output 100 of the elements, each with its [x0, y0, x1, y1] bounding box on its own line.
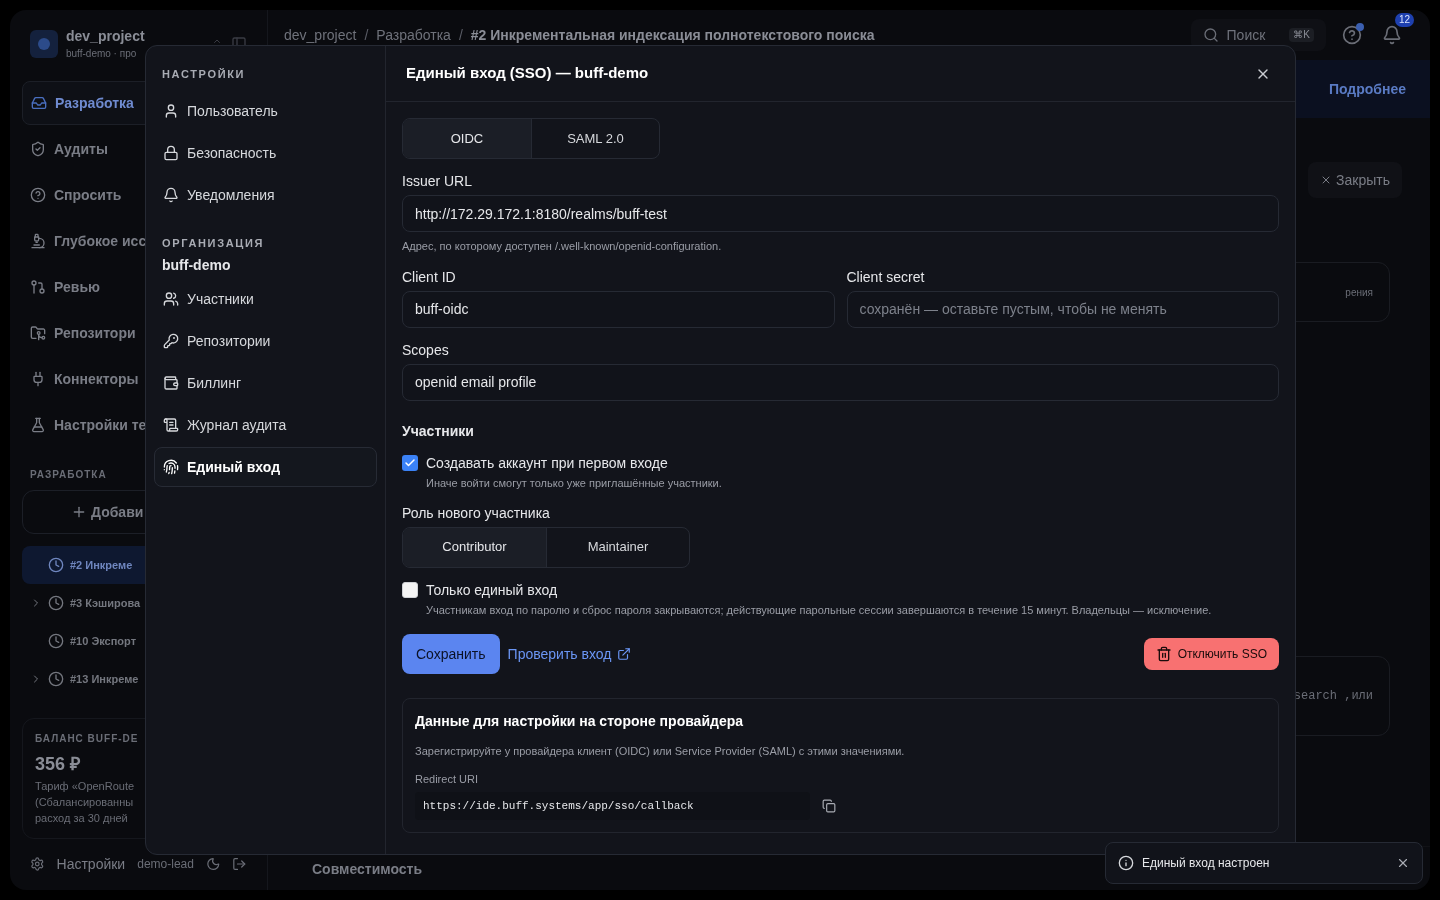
checkbox-label: Создавать аккаунт при первом входе [426, 453, 668, 473]
user-icon [163, 102, 179, 119]
checkbox[interactable] [402, 581, 418, 598]
settings-nav-item[interactable]: Участники [154, 279, 377, 319]
balance-text: расход за 30 дней [35, 811, 129, 826]
search-placeholder: Поиск [1226, 26, 1266, 45]
settings-nav-item[interactable]: Биллинг [154, 363, 377, 403]
toast-message: Единый вход настроен [1142, 855, 1270, 871]
card-text: Зарегистрируйте у провайдера клиент (OIDC) или Service Provider (SAML) с этими значениями. [415, 743, 906, 759]
plug-icon [30, 371, 46, 387]
settings-icon[interactable] [30, 856, 45, 872]
field-label: Issuer URL [402, 172, 474, 191]
field-label: Scopes [402, 340, 450, 360]
project-subtitle: buff-demo · про [66, 47, 138, 61]
field-label: Client secret [846, 267, 926, 287]
field-hint: Адрес, по которому доступен /.well-known/openid-configuration. [402, 239, 723, 254]
balance-amount: 356 ₽ [35, 753, 82, 776]
segment-tab[interactable]: Contributor [403, 527, 546, 567]
shortcut-key: ⌘K [1289, 27, 1314, 43]
checkbox-label: Только единый вход [426, 580, 558, 600]
clock-icon [48, 557, 64, 573]
checkbox-hint: Участникам вход по паролю и сброс пароля закрываются; действующие парольные сессии завершаются в течение 15 минут. Владельцы — исключение. [426, 602, 1213, 618]
help-icon[interactable] [1342, 25, 1362, 45]
input-field[interactable]: http://172.29.172.1:8180/realms/buff-test [402, 195, 1279, 232]
card-text: search ,или [1293, 688, 1373, 704]
breadcrumb-item[interactable]: dev_project [284, 25, 357, 45]
task-item[interactable]: #10 Экспорт [22, 622, 255, 660]
card-text: рения [1345, 285, 1373, 300]
balance-text: Тариф «OpenRoute [35, 779, 136, 794]
more-link[interactable]: Подробнее [1328, 79, 1406, 99]
wallet-icon [163, 375, 179, 391]
notification-badge: 12 [1394, 13, 1414, 28]
checkbox-hint: Иначе войти смогут только уже приглашённые участники. [426, 475, 723, 491]
copy-icon [822, 798, 836, 813]
org-name: buff-demo [161, 256, 232, 275]
close-button[interactable]: Закрыть [1308, 162, 1402, 198]
section-heading: НАСТРОЙКИ [161, 67, 247, 82]
moon-icon[interactable] [205, 856, 221, 872]
field-label: Redirect URI [415, 772, 479, 787]
settings-nav-item[interactable]: Журнал аудита [154, 405, 377, 445]
clock-icon [48, 595, 64, 611]
logout-icon[interactable] [232, 856, 247, 872]
users-icon [163, 291, 179, 307]
breadcrumb-item[interactable]: Разработка [376, 25, 451, 45]
settings-nav-item[interactable]: Уведомления [154, 174, 377, 215]
flask-icon [30, 417, 46, 433]
balance-text: (Сбалансированны [35, 795, 135, 810]
dialog-title: Единый вход (SSO) — buff-demo [406, 63, 649, 84]
input-field[interactable]: сохранён — оставьте пустым, чтобы не менять [846, 290, 1279, 328]
microscope-icon [30, 233, 46, 249]
field-label: Роль нового участника [402, 503, 551, 523]
redirect-uri: https://ide.buff.systems/app/sso/callback [415, 791, 810, 820]
bell-icon[interactable] [1382, 25, 1402, 45]
clock-icon [48, 671, 64, 687]
bell-icon [163, 186, 179, 203]
section-heading: ОРГАНИЗАЦИЯ [161, 235, 266, 251]
close-button[interactable] [1396, 856, 1410, 870]
lock-icon [163, 144, 179, 161]
plus-icon [71, 504, 87, 520]
project-logo [30, 29, 58, 58]
merge-icon [30, 279, 46, 295]
card-title: Данные для настройки на стороне провайдера [415, 711, 744, 731]
task-item[interactable]: #3 Кэширова [22, 584, 255, 622]
clock-icon [48, 633, 64, 649]
close-icon [1396, 856, 1410, 870]
field-label: Client ID [402, 267, 457, 287]
folder-icon [30, 325, 46, 341]
disable-sso-button[interactable]: Отключить SSO [1143, 637, 1279, 670]
check-icon [404, 456, 416, 469]
user-name: demo-lead [137, 856, 194, 872]
project-name: dev_project [66, 27, 145, 46]
breadcrumb-separator: / [364, 26, 369, 45]
input-field[interactable]: buff-oidc [402, 290, 835, 328]
test-login-link[interactable]: Проверить вход [507, 643, 632, 664]
search-icon [1202, 27, 1219, 43]
section-heading: Участники [402, 421, 475, 441]
trash-icon [1155, 645, 1172, 662]
balance-title: БАЛАНС BUFF-DE [35, 732, 140, 746]
scroll-icon [163, 417, 179, 433]
external-link-icon [617, 646, 632, 661]
input-field[interactable]: openid email profile [402, 363, 1279, 401]
section-heading: РАЗРАБОТКА [29, 468, 108, 482]
save-button[interactable]: Сохранить [402, 633, 500, 674]
info-icon [1118, 855, 1134, 871]
bottom-tab[interactable]: Совместимость [312, 858, 423, 879]
segment-tab[interactable]: SAML 2.0 [531, 119, 659, 158]
settings-nav-item[interactable]: Репозитории [154, 321, 377, 361]
breadcrumb-separator: / [458, 26, 463, 45]
breadcrumb-item: #2 Инкрементальная индексация полнотекстового поиска [470, 26, 875, 45]
fingerprint-icon [163, 459, 179, 475]
help-icon [30, 187, 46, 203]
task-item[interactable]: #13 Инкреме [22, 660, 255, 698]
segment-tab[interactable]: OIDC [403, 119, 531, 158]
settings-nav-item[interactable]: Безопасность [154, 132, 377, 173]
inbox-icon [31, 95, 47, 111]
shield-icon [30, 141, 46, 157]
settings-nav-item[interactable]: Единый вход [154, 447, 377, 487]
settings-link[interactable]: Настройки [56, 854, 126, 874]
segment-tab[interactable]: Maintainer [546, 527, 689, 567]
checkbox[interactable] [402, 454, 418, 471]
